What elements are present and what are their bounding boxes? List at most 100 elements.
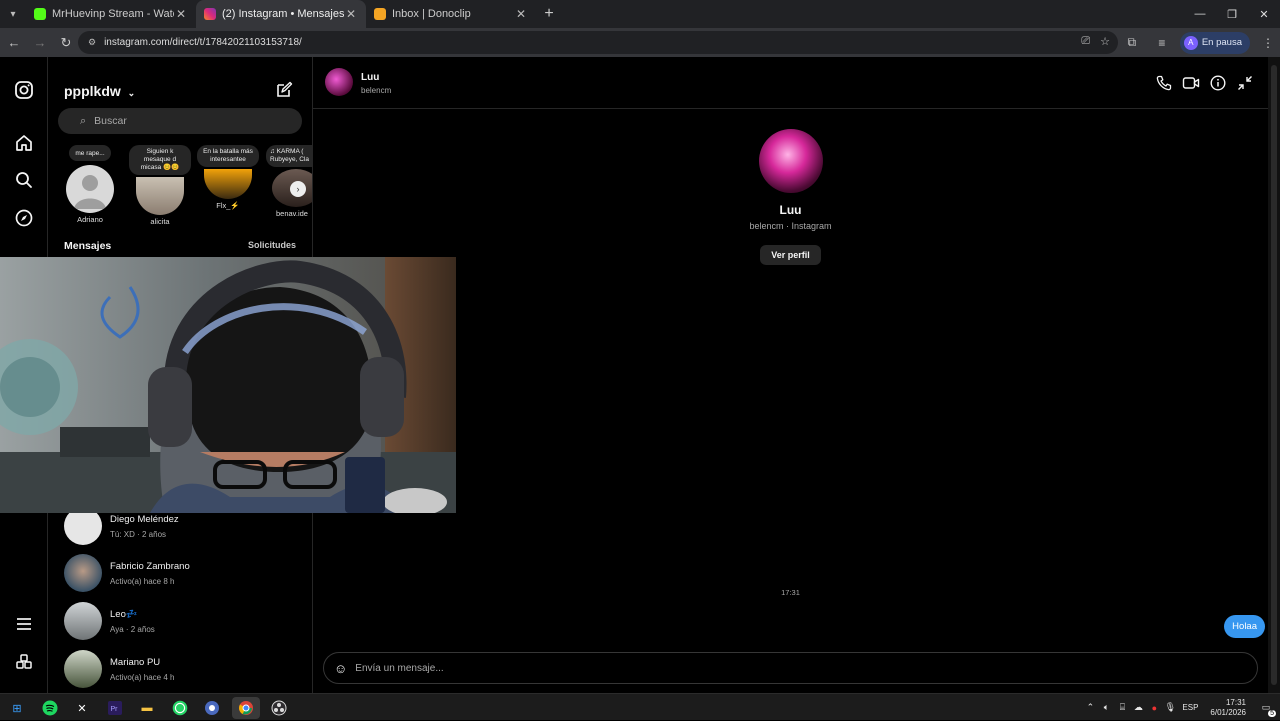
- notes-row: me rape... Adriano Siguien k mesaque d m…: [48, 145, 312, 229]
- chat-panel: Luu belencm Luu belencm · Instagram Ver …: [313, 57, 1268, 693]
- conversation-name: Mariano PU: [110, 656, 161, 668]
- conversation-name: Diego Meléndez: [110, 513, 179, 525]
- restore-icon[interactable]: ❐: [1216, 0, 1248, 28]
- browser-menu-icon[interactable]: ⋮: [1256, 31, 1280, 54]
- phone-call-icon[interactable]: [1155, 74, 1173, 92]
- tab-kick-stream[interactable]: MrHuevinp Stream - Watch Live ✕: [26, 0, 196, 28]
- requests-link[interactable]: Solicitudes: [248, 240, 296, 250]
- volume-icon[interactable]: 🔈︎: [1098, 702, 1114, 713]
- site-info-icon[interactable]: ⚙: [88, 37, 96, 48]
- conversation-item[interactable]: Leo💤 Aya · 2 años: [64, 599, 304, 643]
- page-scrollbar[interactable]: [1268, 57, 1280, 693]
- chevron-right-icon[interactable]: ›: [290, 181, 306, 197]
- notifications-icon[interactable]: ▭ 5: [1258, 702, 1276, 717]
- note-item[interactable]: Siguien k mesaque d micasa 😊😊 alicita: [127, 145, 193, 226]
- extensions-puzzle-icon[interactable]: ⧉: [1120, 31, 1144, 54]
- back-arrow-icon[interactable]: ←: [2, 31, 26, 55]
- file-explorer-icon[interactable]: ▬: [133, 697, 161, 719]
- browser-toolbar: ← → ↻ ⚙ instagram.com/direct/t/178420211…: [0, 28, 1280, 57]
- message-timestamp: 17:31: [781, 588, 800, 597]
- note-bubble: me rape...: [69, 145, 111, 162]
- tab-instagram[interactable]: (2) Instagram • Mensajes ✕: [196, 0, 366, 28]
- avatar: [136, 177, 184, 216]
- close-tab-icon[interactable]: ✕: [344, 7, 358, 21]
- windows-start-icon[interactable]: ⊞: [3, 697, 31, 719]
- capcut-icon[interactable]: ✕: [68, 697, 96, 719]
- note-bubble: Siguien k mesaque d micasa 😊😊: [129, 145, 191, 176]
- emoji-icon[interactable]: ☺: [334, 661, 347, 676]
- chrome-icon[interactable]: [232, 697, 260, 719]
- onedrive-cloud-icon[interactable]: ☁: [1130, 702, 1146, 713]
- message-input[interactable]: ☺ Envía un mensaje...: [323, 652, 1258, 684]
- tray-overflow-chevron-icon[interactable]: ⌃: [1082, 702, 1098, 713]
- svg-text:Pr: Pr: [111, 706, 119, 713]
- browser-tab-strip: ▾ MrHuevinp Stream - Watch Live ✕ (2) In…: [0, 0, 1280, 28]
- contact-avatar[interactable]: [758, 129, 823, 193]
- note-item[interactable]: ♫ KARMA ( Rubyeye, Cla benav.ide: [266, 145, 312, 219]
- instagram-favicon-icon: [204, 8, 216, 20]
- browser-profile-icon[interactable]: [198, 697, 226, 719]
- close-tab-icon[interactable]: ✕: [174, 7, 188, 21]
- clock-date: 6/01/2026: [1210, 707, 1246, 717]
- forward-arrow-icon[interactable]: →: [28, 31, 52, 55]
- note-author: Flx_⚡: [216, 201, 240, 211]
- reload-icon[interactable]: ↻: [54, 31, 78, 55]
- media-controls-icon[interactable]: ≡: [1150, 31, 1174, 54]
- profile-chip[interactable]: A En pausa: [1179, 31, 1250, 54]
- instagram-logo-icon[interactable]: [14, 80, 34, 100]
- conversation-meta: Activo(a) hace 8 h: [110, 576, 175, 586]
- system-tray: ⌃ 🔈︎ ⌸ ☁ ● 🎙︎ ESP 17:31 6/01/2026 ▭ 5: [1082, 694, 1280, 721]
- note-author: benav.ide: [276, 209, 308, 219]
- tab-search-icon[interactable]: ▾: [0, 0, 26, 28]
- network-icon[interactable]: ⌸: [1114, 702, 1130, 713]
- install-app-icon[interactable]: ⎚: [1081, 35, 1090, 48]
- scrollbar-thumb[interactable]: [1271, 65, 1277, 685]
- avatar: [66, 165, 114, 214]
- premiere-pro-icon[interactable]: Pr: [101, 697, 129, 719]
- tab-title: MrHuevinp Stream - Watch Live: [52, 8, 174, 20]
- microphone-icon[interactable]: 🎙︎: [1162, 702, 1178, 713]
- conversation-meta: Activo(a) hace 4 h: [110, 672, 175, 682]
- note-author: alicita: [150, 217, 170, 227]
- conversation-item[interactable]: Mariano PU Activo(a) hace 4 h: [64, 647, 304, 691]
- close-window-icon[interactable]: ✕: [1248, 0, 1280, 28]
- also-from-meta-icon[interactable]: [14, 652, 34, 672]
- close-tab-icon[interactable]: ✕: [514, 7, 528, 21]
- message-placeholder: Envía un mensaje...: [355, 662, 444, 674]
- note-author: Adriano: [77, 215, 103, 225]
- search-input[interactable]: ⌕ Buscar: [58, 108, 302, 134]
- whatsapp-icon[interactable]: [166, 697, 194, 719]
- bookmark-star-icon[interactable]: ☆: [1100, 35, 1110, 48]
- conversation-item[interactable]: Fabricio Zambrano Activo(a) hace 8 h: [64, 551, 304, 595]
- explore-compass-icon[interactable]: [14, 208, 34, 228]
- chat-contact-name[interactable]: Luu: [361, 72, 379, 83]
- keyboard-language[interactable]: ESP: [1182, 703, 1198, 712]
- tab-donoclip[interactable]: Inbox | Donoclip ✕: [366, 0, 536, 28]
- sent-message-bubble[interactable]: Holaa: [1224, 615, 1265, 638]
- messages-heading: Mensajes: [64, 240, 112, 252]
- info-icon[interactable]: [1209, 74, 1227, 92]
- contact-name: Luu: [779, 203, 802, 217]
- home-icon[interactable]: [14, 133, 34, 153]
- note-item[interactable]: me rape... Adriano: [57, 145, 123, 224]
- view-profile-button[interactable]: Ver perfil: [760, 245, 821, 265]
- record-status-icon[interactable]: ●: [1146, 703, 1162, 713]
- address-bar[interactable]: ⚙ instagram.com/direct/t/178420211031537…: [78, 31, 1118, 54]
- clock[interactable]: 17:31 6/01/2026: [1210, 698, 1246, 718]
- collapse-icon[interactable]: [1236, 74, 1254, 92]
- account-username: ppplkdw: [64, 83, 121, 99]
- note-item[interactable]: En la batalla más interesantee Flx_⚡: [195, 145, 261, 210]
- chat-avatar[interactable]: [325, 68, 353, 96]
- account-switcher[interactable]: ppplkdw ⌄: [64, 83, 135, 99]
- obs-icon[interactable]: [265, 697, 293, 719]
- video-call-icon[interactable]: [1182, 74, 1200, 92]
- minimize-icon[interactable]: —: [1184, 0, 1216, 28]
- avatar: [204, 169, 252, 200]
- new-message-compose-icon[interactable]: [275, 81, 293, 99]
- more-menu-icon[interactable]: [14, 614, 34, 634]
- chat-actions: [1155, 74, 1254, 92]
- search-icon[interactable]: [14, 170, 34, 190]
- conversation-name: Fabricio Zambrano: [110, 560, 190, 572]
- new-tab-plus-icon[interactable]: +: [536, 5, 562, 23]
- spotify-icon[interactable]: [36, 697, 64, 719]
